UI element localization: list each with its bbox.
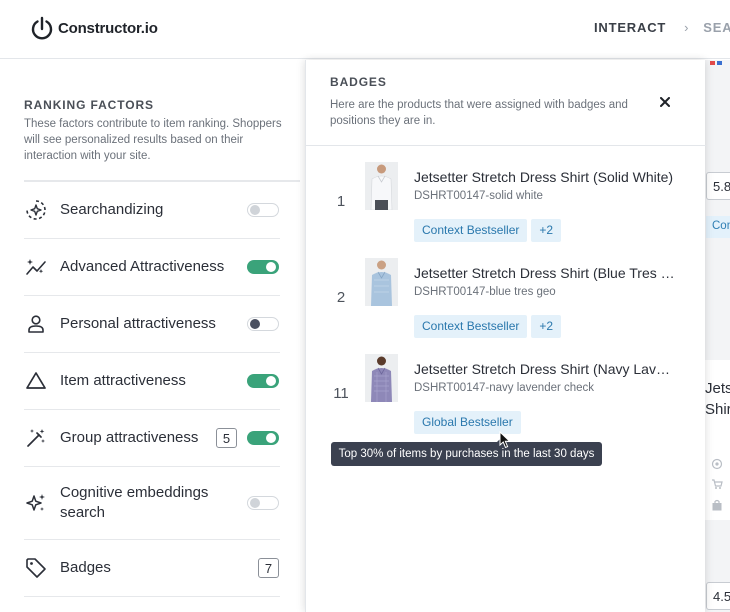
triangle-icon bbox=[24, 369, 52, 393]
value-box[interactable]: 5.8 bbox=[706, 172, 730, 200]
group-attractiveness-toggle[interactable] bbox=[247, 431, 279, 445]
badges-panel-title: BADGES bbox=[330, 75, 387, 89]
badges-panel: BADGES Here are the products that were a… bbox=[305, 60, 706, 612]
factor-label: Personal attractiveness bbox=[60, 315, 216, 332]
tag-icon bbox=[24, 556, 52, 580]
badge-list: Context Bestseller +2 bbox=[414, 219, 565, 242]
factor-row-item-attractiveness: Item attractiveness bbox=[24, 353, 280, 410]
product-sku: DSHRT00147-blue tres geo bbox=[414, 286, 556, 298]
breadcrumb: INTERACT › SEAR bbox=[594, 20, 730, 35]
product-position: 1 bbox=[336, 193, 346, 210]
product-name[interactable]: Jetsetter Stretch Dress Shirt (Blue Tres… bbox=[414, 265, 676, 281]
badge-chip[interactable]: Context Bestseller bbox=[414, 219, 528, 242]
ranking-factors-description: These factors contribute to item ranking… bbox=[24, 118, 282, 162]
factor-row-advanced-attractiveness: Advanced Attractiveness bbox=[24, 239, 280, 296]
card-title-line: Jets bbox=[705, 380, 730, 397]
constructor-logo[interactable]: Constructor.io bbox=[30, 15, 158, 41]
group-count-badge: 5 bbox=[216, 428, 237, 448]
factor-label: Advanced Attractiveness bbox=[60, 258, 225, 275]
product-position: 11 bbox=[333, 385, 349, 402]
cart-icon bbox=[712, 479, 723, 489]
product-image[interactable] bbox=[365, 258, 398, 306]
factor-row-personal-attractiveness: Personal attractiveness bbox=[24, 296, 280, 353]
background-results: 5.8 Con Jets Shir 4.5 bbox=[705, 60, 730, 612]
badge-product-row: 2 Jetsetter Stretch Dress Shirt (Blue Tr… bbox=[306, 258, 706, 348]
badges-count-badge: 7 bbox=[258, 558, 279, 578]
factor-label: Badges bbox=[60, 559, 111, 576]
value-box[interactable]: 4.5 bbox=[706, 582, 730, 610]
cursor-click-icon bbox=[711, 458, 723, 470]
sparkles-icon bbox=[24, 491, 52, 515]
more-badges-chip[interactable]: +2 bbox=[531, 315, 562, 338]
ranking-factors-title: RANKING FACTORS bbox=[24, 98, 154, 112]
product-sku: DSHRT00147-navy lavender check bbox=[414, 382, 595, 394]
item-attractiveness-toggle[interactable] bbox=[247, 374, 279, 388]
badge-list: Context Bestseller +2 bbox=[414, 315, 565, 338]
product-name[interactable]: Jetsetter Stretch Dress Shirt (Solid Whi… bbox=[414, 169, 676, 185]
product-sku: DSHRT00147-solid white bbox=[414, 190, 543, 202]
divider bbox=[306, 145, 706, 146]
factor-row-searchandizing: Searchandizing bbox=[24, 182, 280, 239]
product-position: 2 bbox=[336, 289, 346, 306]
badge-chip: Con bbox=[706, 216, 730, 238]
factor-label: Searchandizing bbox=[60, 201, 164, 218]
more-badges-chip[interactable]: +2 bbox=[531, 219, 562, 242]
factor-row-group-attractiveness: Group attractiveness 5 bbox=[24, 410, 280, 467]
factor-row-badges[interactable]: Badges 7 bbox=[24, 540, 280, 597]
magic-wand-icon bbox=[24, 426, 52, 450]
searchandizing-icon bbox=[24, 198, 52, 222]
badge-tooltip: Top 30% of items by purchases in the las… bbox=[331, 437, 602, 466]
person-icon bbox=[24, 312, 52, 336]
nav-search[interactable]: SEAR bbox=[703, 20, 730, 35]
product-name[interactable]: Jetsetter Stretch Dress Shirt (Navy Lave… bbox=[414, 361, 676, 377]
top-header: Constructor.io INTERACT › SEAR bbox=[0, 0, 730, 59]
ranking-factors-panel: RANKING FACTORS These factors contribute… bbox=[0, 60, 305, 612]
nav-interact[interactable]: INTERACT bbox=[594, 20, 666, 35]
mouse-cursor-icon bbox=[499, 431, 511, 449]
badges-panel-description: Here are the products that were assigned… bbox=[330, 99, 628, 127]
power-logo-icon bbox=[31, 16, 53, 40]
factor-label: Group attractiveness bbox=[60, 429, 199, 446]
bag-icon bbox=[712, 499, 722, 511]
card-title-line: Shir bbox=[705, 401, 730, 418]
factor-label: Cognitive embeddings search bbox=[60, 484, 209, 521]
chevron-right-icon: › bbox=[684, 20, 690, 35]
sparkle-trend-icon bbox=[24, 255, 52, 279]
product-image[interactable] bbox=[365, 354, 398, 402]
factor-row-cognitive-embeddings: Cognitive embeddings search bbox=[24, 467, 280, 540]
logo-text: Constructor.io bbox=[58, 19, 158, 37]
close-icon[interactable] bbox=[657, 94, 673, 110]
cognitive-embeddings-toggle[interactable] bbox=[247, 496, 279, 510]
badge-product-row: 1 Jetsetter Stretch Dress Shirt (Solid W… bbox=[306, 162, 706, 252]
searchandizing-toggle[interactable] bbox=[247, 203, 279, 217]
factor-label: Item attractiveness bbox=[60, 372, 186, 389]
advanced-attractiveness-toggle[interactable] bbox=[247, 260, 279, 274]
image-fragment bbox=[708, 60, 728, 65]
personal-attractiveness-toggle[interactable] bbox=[247, 317, 279, 331]
badge-chip[interactable]: Context Bestseller bbox=[414, 315, 528, 338]
product-image[interactable] bbox=[365, 162, 398, 210]
